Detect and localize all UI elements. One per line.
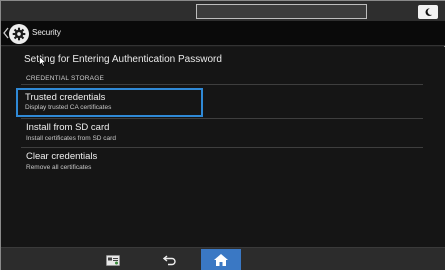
menu-item-clear-credentials[interactable]: Clear credentials Remove all certificate… bbox=[18, 148, 423, 177]
back-button[interactable] bbox=[161, 250, 179, 270]
section-label-credential-storage: CREDENTIAL STORAGE bbox=[26, 75, 105, 82]
device-screen: Security Setting for Entering Authentica… bbox=[0, 0, 445, 270]
status-bar bbox=[1, 1, 445, 21]
title-bar: Security bbox=[1, 21, 445, 46]
home-icon bbox=[214, 254, 228, 266]
bottom-navigation-bar bbox=[1, 247, 445, 270]
app-list-button[interactable] bbox=[105, 250, 121, 270]
settings-badge bbox=[9, 24, 29, 44]
mouse-cursor-icon bbox=[39, 56, 47, 67]
menu-item-description: Remove all certificates bbox=[26, 164, 92, 171]
menu-item-install-from-sd-card[interactable]: Install from SD card Install certificate… bbox=[18, 119, 423, 148]
page-title: Security bbox=[32, 28, 61, 37]
menu-item-description: Install certificates from SD card bbox=[26, 135, 116, 142]
main-content: Setting for Entering Authentication Pass… bbox=[1, 47, 445, 247]
menu-item-label: Install from SD card bbox=[26, 122, 110, 133]
home-button[interactable] bbox=[201, 249, 241, 270]
divider bbox=[21, 84, 423, 85]
menu-item-label: Trusted credentials bbox=[25, 92, 106, 103]
app-list-icon bbox=[106, 254, 120, 266]
status-message-field bbox=[196, 4, 367, 19]
menu-item-trusted-credentials[interactable]: Trusted credentials Display trusted CA c… bbox=[16, 88, 203, 117]
menu-item-description: Display trusted CA certificates bbox=[25, 104, 112, 111]
energy-saver-button[interactable] bbox=[418, 5, 438, 19]
menu-item-label: Clear credentials bbox=[26, 151, 98, 162]
gear-icon bbox=[12, 27, 26, 41]
undo-arrow-icon bbox=[163, 255, 176, 266]
page-heading: Setting for Entering Authentication Pass… bbox=[24, 54, 222, 65]
moon-icon bbox=[425, 8, 432, 16]
